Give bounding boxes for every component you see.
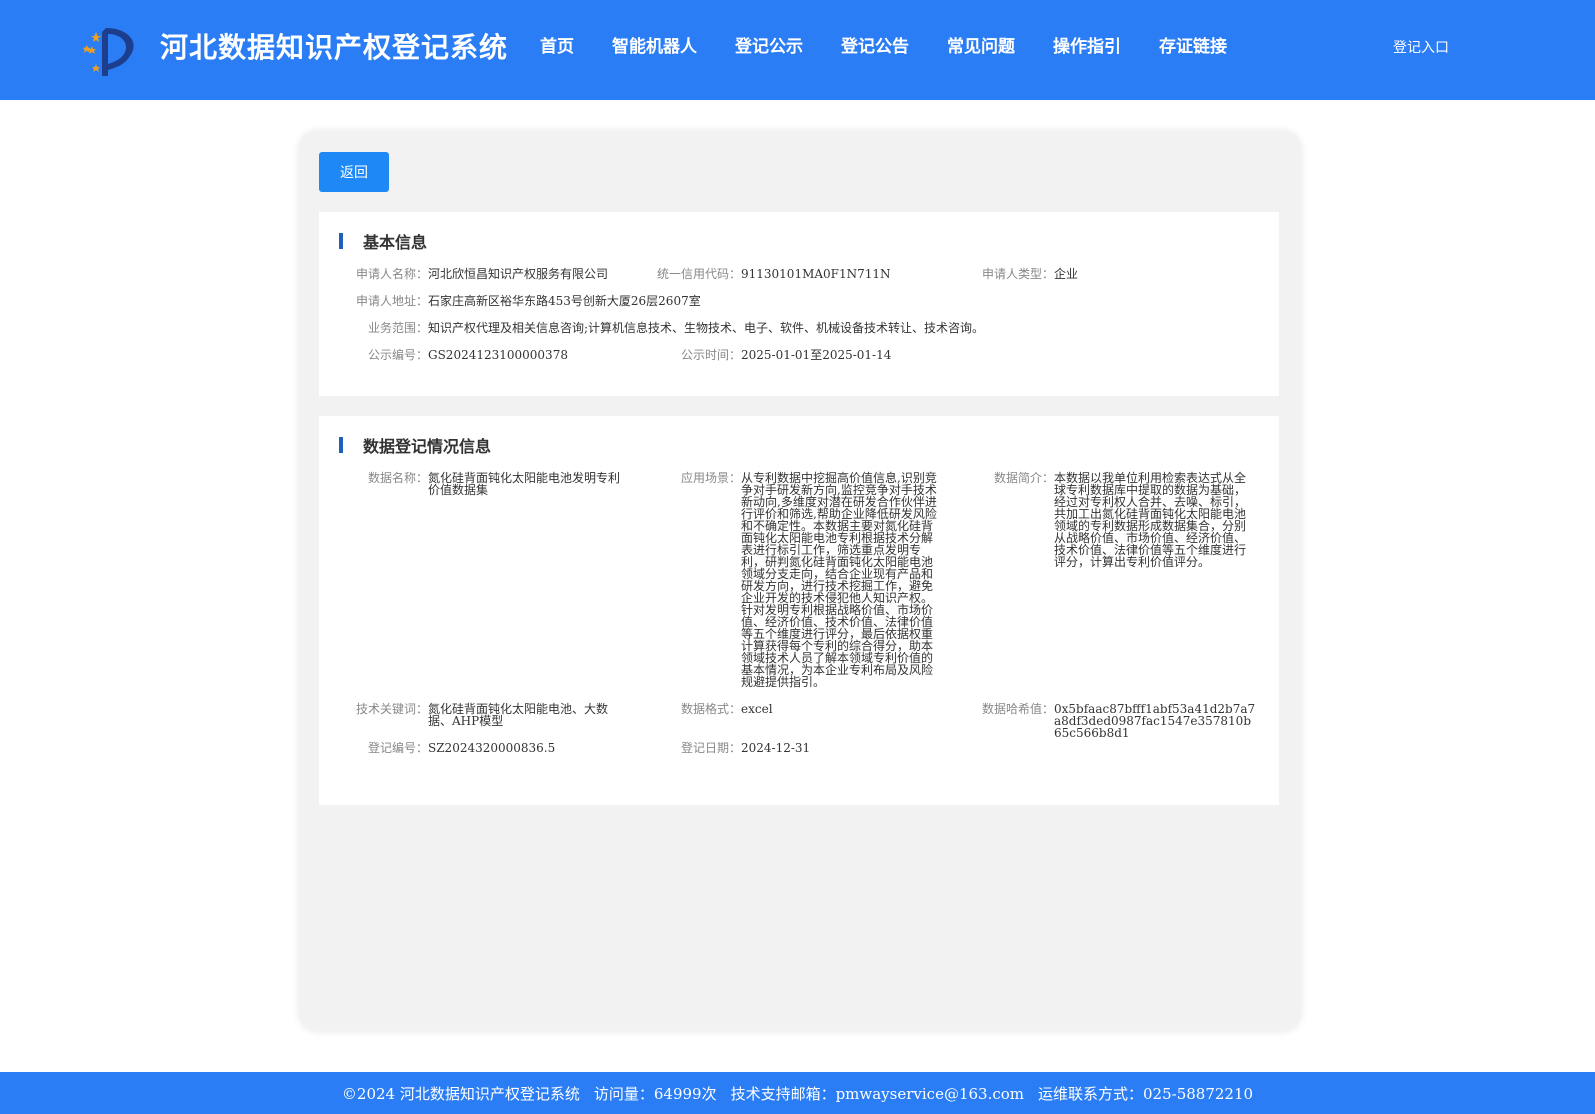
logo-icon <box>82 28 134 76</box>
field-label: 申请人类型： <box>981 267 1054 281</box>
data-hash: 0x5bfaac87bfff1abf53a41d2b7a7a8df3ded098… <box>1054 702 1256 740</box>
header: 河北数据知识产权登记系统 首页 智能机器人 登记公示 登记公告 常见问题 操作指… <box>0 0 1595 100</box>
nav-evidence-link[interactable]: 存证链接 <box>1140 34 1246 60</box>
hash-field: 数据哈希值： 0x5bfaac87bfff1abf53a41d2b7a7a8df… <box>965 703 1256 739</box>
field-label: 登记日期： <box>680 741 741 755</box>
reg-no-field: 登记编号： SZ2024320000836.5 <box>339 742 555 754</box>
registration-date: 2024-12-31 <box>741 741 811 755</box>
field-label: 公示时间： <box>680 348 741 362</box>
section-title: 数据登记情况信息 <box>363 437 492 456</box>
site-title: 河北数据知识产权登记系统 <box>160 31 509 64</box>
scope-field: 业务范围： 知识产权代理及相关信息咨询;计算机信息技术、生物技术、电子、软件、机… <box>339 322 984 334</box>
format-field: 数据格式： excel <box>652 703 773 715</box>
field-label: 数据简介： <box>993 471 1054 485</box>
field-label: 统一信用代码： <box>656 267 741 281</box>
data-registration-card: 数据登记情况信息 数据名称： 氮化硅背面钝化太阳能电池发明专利价值数据集 应用场… <box>319 416 1279 805</box>
field-label: 应用场景： <box>680 471 741 485</box>
application-scene: 从专利数据中挖掘高价值信息,识别竞争对手研发新方向,监控竞争对手技术新动向,多维… <box>741 471 937 689</box>
footer-visits: 访问量：64999次 <box>593 1084 717 1103</box>
applicant-type-field: 申请人类型： 企业 <box>965 268 1078 280</box>
nav-guide[interactable]: 操作指引 <box>1034 34 1140 60</box>
field-label: 申请人名称： <box>355 267 428 281</box>
tech-keywords: 氮化硅背面钝化太阳能电池、大数据、AHP模型 <box>428 702 609 728</box>
applicant-name-field: 申请人名称： 河北欣恒昌知识产权服务有限公司 <box>339 268 608 280</box>
applicant-name: 河北欣恒昌知识产权服务有限公司 <box>428 267 609 281</box>
data-intro: 本数据以我单位利用检索表达式从全球专利数据库中提取的数据为基础，经过对专利权人合… <box>1054 471 1247 569</box>
field-label: 申请人地址： <box>355 294 428 308</box>
footer-copyright: ©2024 河北数据知识产权登记系统 <box>341 1084 580 1103</box>
notice-time: 2025-01-01至2025-01-14 <box>741 348 892 362</box>
notice-no-field: 公示编号： GS2024123100000378 <box>339 349 568 361</box>
footer-email: 技术支持邮箱：pmwayservice@163.com <box>730 1084 1025 1103</box>
data-registration-header: 数据登记情况信息 <box>339 436 492 456</box>
registration-number: SZ2024320000836.5 <box>428 741 556 755</box>
address: 石家庄高新区裕华东路453号创新大厦26层2607室 <box>428 294 701 308</box>
nav-robot[interactable]: 智能机器人 <box>593 34 716 60</box>
field-label: 技术关键词： <box>355 702 428 716</box>
notice-number: GS2024123100000378 <box>428 348 568 362</box>
detail-panel: 返回 基本信息 申请人名称： 河北欣恒昌知识产权服务有限公司 统一信用代码： 9… <box>299 131 1301 1031</box>
basic-info-card: 基本信息 申请人名称： 河北欣恒昌知识产权服务有限公司 统一信用代码： 9113… <box>319 212 1279 396</box>
field-label: 业务范围： <box>367 321 428 335</box>
intro-field: 数据简介： 本数据以我单位利用检索表达式从全球专利数据库中提取的数据为基础，经过… <box>965 472 1250 568</box>
field-label: 数据哈希值： <box>981 702 1054 716</box>
section-marker <box>339 233 343 249</box>
credit-code: 91130101MA0F1N711N <box>741 267 891 281</box>
field-label: 数据名称： <box>367 471 428 485</box>
section-title: 基本信息 <box>363 233 428 252</box>
field-label: 登记编号： <box>367 741 428 755</box>
notice-time-field: 公示时间： 2025-01-01至2025-01-14 <box>652 349 891 361</box>
footer: ©2024 河北数据知识产权登记系统 访问量：64999次 技术支持邮箱：pmw… <box>0 1072 1595 1114</box>
business-scope: 知识产权代理及相关信息咨询;计算机信息技术、生物技术、电子、软件、机械设备技术转… <box>428 321 985 335</box>
nav-home[interactable]: 首页 <box>521 34 593 60</box>
keywords-field: 技术关键词： 氮化硅背面钝化太阳能电池、大数据、AHP模型 <box>339 703 624 727</box>
nav-publicity[interactable]: 登记公示 <box>716 34 822 60</box>
credit-code-field: 统一信用代码： 91130101MA0F1N711N <box>652 268 891 280</box>
section-marker <box>339 437 343 453</box>
applicant-type: 企业 <box>1054 267 1079 281</box>
main-nav: 首页 智能机器人 登记公示 登记公告 常见问题 操作指引 存证链接 <box>521 34 1246 60</box>
scene-field: 应用场景： 从专利数据中挖掘高价值信息,识别竞争对手研发新方向,监控竞争对手技术… <box>652 472 937 688</box>
data-name: 氮化硅背面钝化太阳能电池发明专利价值数据集 <box>428 471 621 497</box>
nav-faq[interactable]: 常见问题 <box>928 34 1034 60</box>
address-field: 申请人地址： 石家庄高新区裕华东路453号创新大厦26层2607室 <box>339 295 701 307</box>
basic-info-header: 基本信息 <box>339 232 428 252</box>
nav-announcement[interactable]: 登记公告 <box>822 34 928 60</box>
field-label: 数据格式： <box>680 702 741 716</box>
back-button[interactable]: 返回 <box>319 152 389 192</box>
reg-date-field: 登记日期： 2024-12-31 <box>652 742 810 754</box>
data-name-field: 数据名称： 氮化硅背面钝化太阳能电池发明专利价值数据集 <box>339 472 624 496</box>
field-label: 公示编号： <box>367 348 428 362</box>
login-link[interactable]: 登记入口 <box>1393 39 1449 57</box>
data-format: excel <box>741 702 773 716</box>
footer-phone: 运维联系方式：025-58872210 <box>1038 1084 1254 1103</box>
